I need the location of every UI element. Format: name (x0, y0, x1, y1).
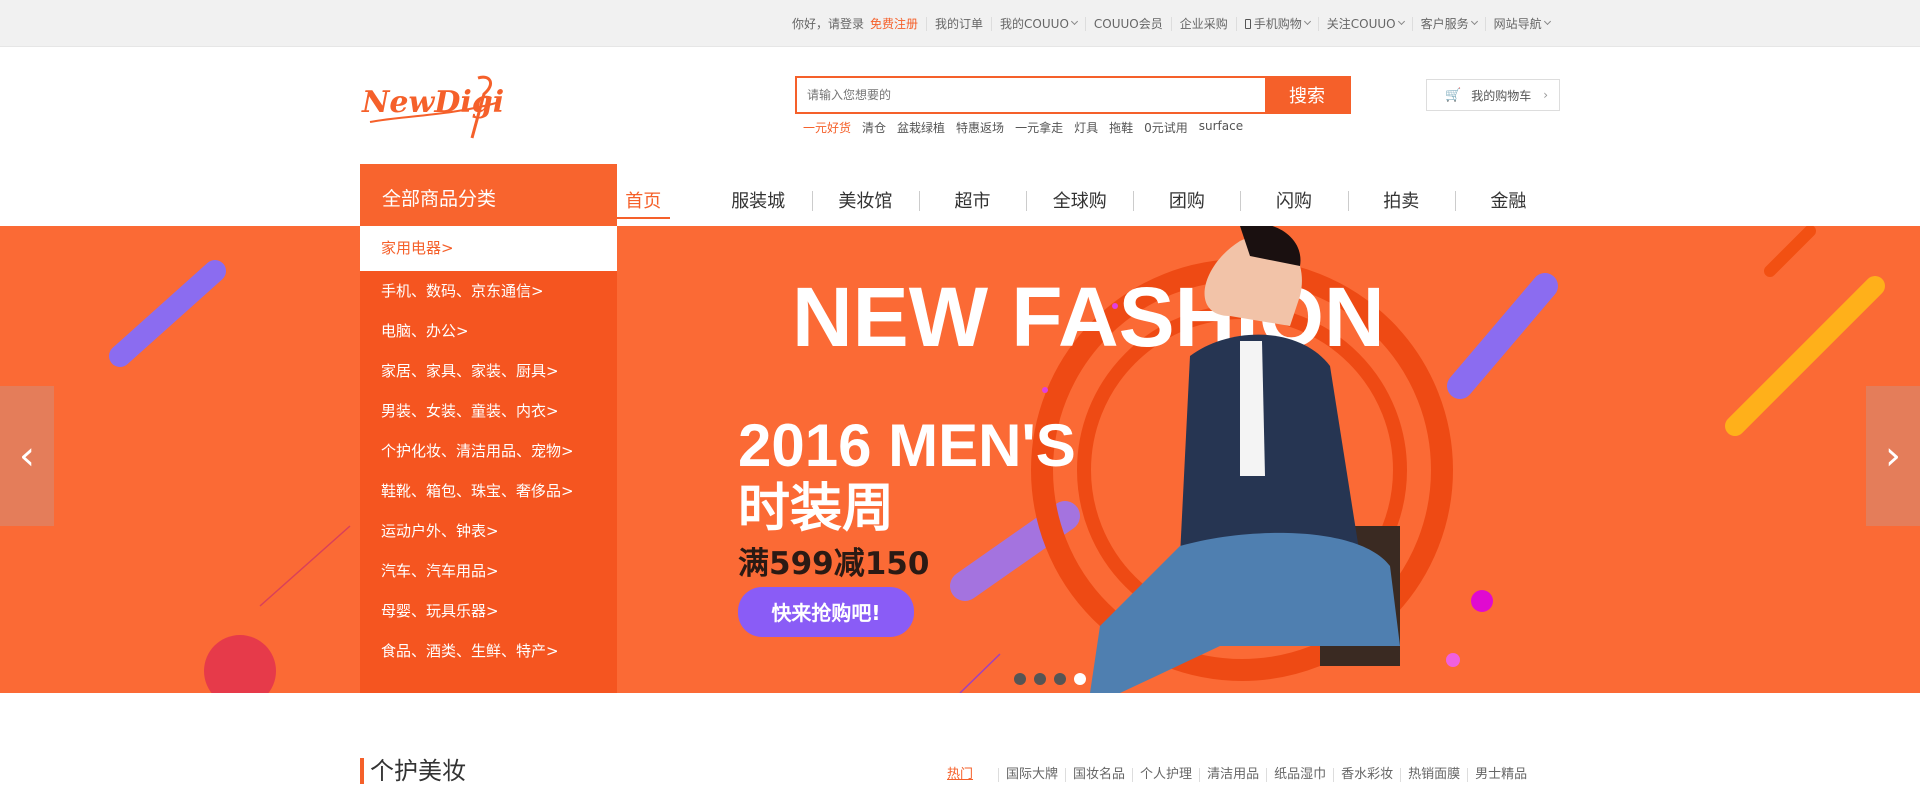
hero-banner[interactable]: NEW FASHION 2016 MEN'S 时装周 满599减150 快来抢购… (0, 226, 1920, 693)
category-item[interactable]: 食品、酒类、生鲜、特产> (360, 631, 617, 671)
slider-dot[interactable] (1054, 673, 1066, 685)
my-orders-link[interactable]: 我的订单 (926, 16, 991, 31)
tab-hot[interactable]: 热门 (940, 768, 980, 782)
category-item[interactable]: 汽车、汽车用品> (360, 551, 617, 591)
chevron-down-icon (1070, 17, 1078, 26)
tab-item[interactable]: 香水彩妆 (1333, 768, 1400, 782)
mobile-shopping-menu[interactable]: 手机购物 (1235, 16, 1318, 31)
hot-search-link[interactable]: 一元拿走 (1015, 119, 1063, 136)
banner-next-button[interactable]: › (1866, 386, 1920, 526)
tab-item[interactable]: 热销面膜 (1400, 768, 1467, 782)
tab-item[interactable]: 清洁用品 (1199, 768, 1266, 782)
cart-icon: 🛒 (1445, 87, 1462, 103)
category-menu: 家用电器> 手机、数码、京东通信> 电脑、办公> 家居、家具、家装、厨具> 男装… (360, 226, 617, 693)
category-item[interactable]: 鞋靴、箱包、珠宝、奢侈品> (360, 471, 617, 511)
phone-icon (1244, 18, 1251, 29)
tab-item[interactable]: 男士精品 (1467, 768, 1534, 782)
decor-stripe (1764, 226, 1816, 277)
top-bar: 你好，请登录 免费注册 我的订单 我的COUUO COUUO会员 企业采购 手机购… (0, 0, 1920, 47)
decor-line (959, 653, 1001, 693)
nav-clothing[interactable]: 服装城 (705, 187, 812, 213)
register-link[interactable]: 免费注册 (870, 17, 918, 31)
cart-button[interactable]: 🛒 我的购物车 › (1426, 79, 1560, 111)
hot-search-link[interactable]: 清仓 (862, 119, 886, 136)
nav-global[interactable]: 全球购 (1026, 187, 1133, 213)
tab-item[interactable]: 个人护理 (1132, 768, 1199, 782)
chevron-right-icon: › (1885, 433, 1901, 479)
hot-search-link[interactable]: 特惠返场 (956, 119, 1004, 136)
nav-flash[interactable]: 闪购 (1240, 187, 1347, 213)
top-nav: 你好，请登录 免费注册 我的订单 我的COUUO COUUO会员 企业采购 手机购… (792, 0, 1558, 47)
decor-stripe (109, 260, 226, 367)
category-item[interactable]: 手机、数码、京东通信> (360, 271, 617, 311)
banner-prev-button[interactable]: ‹ (0, 386, 54, 526)
hot-search-link[interactable]: 一元好货 (803, 119, 851, 136)
banner-cn-title: 时装周 (738, 479, 894, 539)
search-box: 搜索 (795, 76, 1351, 114)
nav-home[interactable]: 首页 (617, 187, 670, 219)
main-nav: 首页 服装城 美妆馆 超市 全球购 团购 闪购 拍卖 金融 (617, 180, 1562, 220)
hot-searches: 一元好货 清仓 盆栽绿植 特惠返场 一元拿走 灯具 拖鞋 0元试用 surfac… (803, 119, 1243, 136)
nav-supermarket[interactable]: 超市 (918, 187, 1026, 213)
tab-item[interactable]: 纸品湿巾 (1266, 768, 1333, 782)
decor-line (259, 525, 351, 607)
category-item[interactable]: 男装、女装、童装、内衣> (360, 391, 617, 431)
login-greeting[interactable]: 你好，请登录 免费注册 (792, 17, 926, 31)
section-tabs: 热门 国际大牌 国妆名品 个人护理 清洁用品 纸品湿巾 香水彩妆 热销面膜 男士… (940, 768, 1534, 782)
banner-artwork: NEW FASHION 2016 MEN'S 时装周 满599减150 快来抢购… (109, 226, 1885, 693)
hot-search-link[interactable]: 盆栽绿植 (897, 119, 945, 136)
hot-search-link[interactable]: 拖鞋 (1109, 119, 1133, 136)
login-link[interactable]: 你好，请登录 (792, 17, 864, 31)
tab-item[interactable]: 国妆名品 (1065, 768, 1132, 782)
hot-search-link[interactable]: 0元试用 (1144, 119, 1188, 136)
decor-dot (1446, 653, 1460, 667)
decor-stripe (1725, 276, 1885, 436)
chevron-left-icon: ‹ (19, 433, 35, 479)
logo-mark: NewDigi (361, 75, 504, 139)
category-item[interactable]: 电脑、办公> (360, 311, 617, 351)
slider-dots (1014, 673, 1086, 685)
search-input[interactable] (797, 78, 1265, 112)
svg-text:NewDigi: NewDigi (361, 85, 504, 120)
nav-beauty[interactable]: 美妆馆 (811, 187, 919, 213)
couuo-member-link[interactable]: COUUO会员 (1084, 16, 1171, 31)
enterprise-purchase-link[interactable]: 企业采购 (1170, 16, 1236, 31)
follow-couuo-menu[interactable]: 关注COUUO (1317, 16, 1412, 31)
hot-search-link[interactable]: surface (1199, 119, 1243, 136)
customer-service-menu[interactable]: 客户服务 (1411, 16, 1485, 31)
cart-label: 我的购物车 (1471, 88, 1532, 103)
chevron-down-icon (1303, 17, 1311, 26)
banner-subheadline: 2016 MEN'S (738, 412, 1076, 479)
decor-stripe (1447, 273, 1558, 399)
slider-dot[interactable] (1014, 673, 1026, 685)
tab-item[interactable]: 国际大牌 (998, 768, 1065, 782)
decor-dot (1471, 590, 1493, 612)
hot-search-link[interactable]: 灯具 (1074, 119, 1098, 136)
banner-offer: 满599减150 (738, 546, 929, 582)
site-nav-menu[interactable]: 网站导航 (1484, 16, 1558, 31)
section-title: 个护美妆 (360, 758, 466, 784)
all-categories-header[interactable]: 全部商品分类 (360, 164, 617, 226)
nav-finance[interactable]: 金融 (1454, 187, 1562, 213)
category-item[interactable]: 运动户外、钟表> (360, 511, 617, 551)
category-item[interactable]: 个护化妆、清洁用品、宠物> (360, 431, 617, 471)
chevron-down-icon (1543, 17, 1551, 26)
nav-groupbuy[interactable]: 团购 (1133, 187, 1240, 213)
banner-cta-button[interactable]: 快来抢购吧! (771, 601, 880, 625)
category-item[interactable]: 家用电器> (360, 226, 617, 271)
slider-dot[interactable] (1034, 673, 1046, 685)
nav-auction[interactable]: 拍卖 (1347, 187, 1455, 213)
site-logo[interactable]: NewDigi (360, 72, 510, 142)
category-item[interactable]: 家居、家具、家装、厨具> (360, 351, 617, 391)
chevron-down-icon (1470, 17, 1478, 26)
my-couuo-menu[interactable]: 我的COUUO (991, 16, 1085, 31)
chevron-down-icon (1397, 17, 1405, 26)
decor-dot (1042, 387, 1048, 393)
slider-dot-active[interactable] (1074, 673, 1086, 685)
decor-circle (204, 635, 276, 693)
category-item[interactable]: 母婴、玩具乐器> (360, 591, 617, 631)
search-button[interactable]: 搜索 (1265, 78, 1349, 112)
chevron-right-icon: › (1543, 88, 1549, 102)
